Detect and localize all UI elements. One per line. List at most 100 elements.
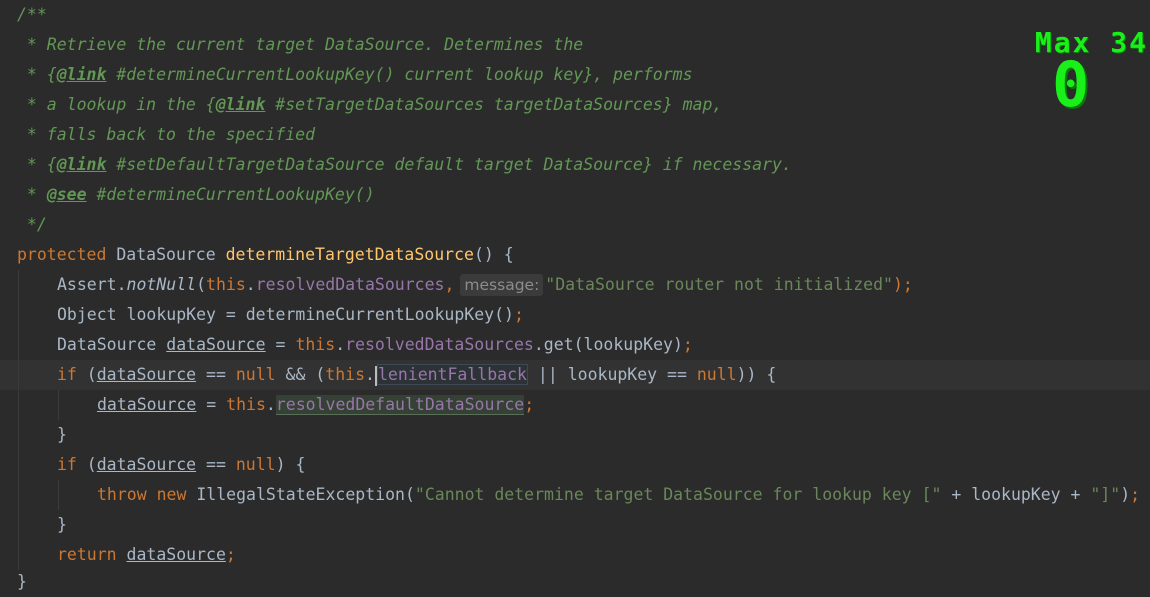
paren: ( bbox=[196, 275, 207, 294]
semicolon: ; bbox=[524, 395, 535, 414]
paren: ) { bbox=[275, 455, 306, 474]
variable[interactable]: dataSource bbox=[97, 395, 196, 414]
datasource-statement: DataSource dataSource = this.resolvedDat… bbox=[57, 330, 693, 360]
variable[interactable]: dataSource bbox=[166, 335, 265, 354]
field-ref[interactable]: resolvedDataSources bbox=[256, 275, 445, 294]
code-line[interactable]: } bbox=[0, 567, 1150, 597]
code-text: Object lookupKey = determineCurrentLooku… bbox=[57, 305, 514, 324]
javadoc-text: * bbox=[17, 185, 47, 204]
javadoc-text: * { bbox=[17, 65, 57, 84]
paren: ( bbox=[76, 455, 97, 474]
javadoc-see-tag[interactable]: @see bbox=[47, 185, 87, 204]
code-line[interactable]: * @see #determineCurrentLookupKey() bbox=[0, 180, 1150, 210]
code-line[interactable]: */ bbox=[0, 210, 1150, 240]
code-line[interactable]: * falls back to the specified bbox=[0, 120, 1150, 150]
type-ref[interactable]: DataSource bbox=[57, 335, 166, 354]
class-ref[interactable]: Assert. bbox=[57, 275, 127, 294]
javadoc-close: */ bbox=[17, 215, 47, 234]
null-keyword: null bbox=[235, 455, 276, 474]
field-ref[interactable]: resolvedDataSources bbox=[345, 335, 534, 354]
closing-brace: } bbox=[57, 425, 67, 444]
javadoc-line: * @see #determineCurrentLookupKey() bbox=[17, 180, 375, 210]
javadoc-text: * { bbox=[17, 155, 57, 174]
throw-statement: throw new IllegalStateException("Cannot … bbox=[97, 480, 1140, 510]
field-ref-highlighted[interactable]: lenientFallback bbox=[376, 364, 528, 385]
statement-end: ); bbox=[892, 275, 913, 294]
code-line[interactable]: } bbox=[0, 510, 1150, 540]
field-ref-highlighted[interactable]: resolvedDefaultDataSource bbox=[275, 395, 525, 415]
code-line-current[interactable]: if (dataSource == null && (this. lenientF… bbox=[0, 360, 1150, 390]
indent-guide bbox=[18, 270, 19, 300]
indent-guide bbox=[18, 510, 19, 540]
if-statement: if (dataSource == null && (this. lenientF… bbox=[57, 360, 776, 390]
operator: && ( bbox=[275, 365, 326, 384]
this-keyword: this bbox=[295, 335, 336, 354]
indent-guide bbox=[18, 390, 19, 420]
class-ref[interactable]: IllegalStateException( bbox=[186, 485, 415, 504]
dot: . bbox=[265, 395, 276, 414]
combo-counter: 0 bbox=[1052, 48, 1090, 121]
code-line[interactable]: protected DataSource determineTargetData… bbox=[0, 240, 1150, 270]
code-line[interactable]: Object lookupKey = determineCurrentLooku… bbox=[0, 300, 1150, 330]
javadoc-text: #setDefaultTargetDataSource default targ… bbox=[106, 155, 792, 174]
javadoc-text: #setTargetDataSources targetDataSources}… bbox=[265, 95, 723, 114]
javadoc-link-tag[interactable]: @link bbox=[57, 65, 107, 84]
if-keyword: if bbox=[57, 455, 77, 474]
dot: . bbox=[245, 275, 256, 294]
javadoc-link-tag[interactable]: @link bbox=[57, 155, 107, 174]
code-text: + lookupKey + bbox=[941, 485, 1091, 504]
code-line[interactable]: return dataSource; bbox=[0, 540, 1150, 570]
return-statement: return dataSource; bbox=[57, 540, 236, 570]
return-type: DataSource bbox=[106, 245, 226, 264]
operator: = bbox=[196, 395, 227, 414]
operator: == bbox=[196, 365, 236, 384]
method-call[interactable]: notNull bbox=[127, 275, 197, 294]
string-literal: "Cannot determine target DataSource for … bbox=[414, 485, 942, 504]
dot: . bbox=[335, 335, 346, 354]
code-line[interactable]: if (dataSource == null) { bbox=[0, 450, 1150, 480]
code-line[interactable]: } bbox=[0, 420, 1150, 450]
code-editor[interactable]: /** * Retrieve the current target DataSo… bbox=[0, 0, 1150, 597]
indent-guide bbox=[58, 480, 59, 510]
indent-guide bbox=[58, 390, 59, 420]
paren: ( bbox=[76, 365, 97, 384]
indent-guide bbox=[18, 420, 19, 450]
code-line[interactable]: throw new IllegalStateException("Cannot … bbox=[0, 480, 1150, 510]
indent-guide bbox=[18, 300, 19, 330]
code-line[interactable]: dataSource = this.resolvedDefaultDataSou… bbox=[0, 390, 1150, 420]
null-keyword: null bbox=[235, 365, 276, 384]
javadoc-open: /** bbox=[17, 5, 47, 24]
code-line[interactable]: DataSource dataSource = this.resolvedDat… bbox=[0, 330, 1150, 360]
paren: ) bbox=[1120, 485, 1131, 504]
code-line[interactable]: /** bbox=[0, 0, 1150, 30]
assign-statement: dataSource = this.resolvedDefaultDataSou… bbox=[97, 390, 534, 420]
javadoc-line: * Retrieve the current target DataSource… bbox=[17, 35, 584, 54]
if-keyword: if bbox=[57, 365, 77, 384]
code-line[interactable]: * a lookup in the {@link #setTargetDataS… bbox=[0, 90, 1150, 120]
modifier-keyword: protected bbox=[17, 245, 107, 264]
assert-statement: Assert.notNull(this.resolvedDataSources,… bbox=[57, 270, 913, 300]
variable[interactable]: dataSource bbox=[97, 455, 196, 474]
indent-guide bbox=[18, 480, 19, 510]
this-keyword: this bbox=[325, 365, 366, 384]
if-statement: if (dataSource == null) { bbox=[57, 450, 305, 480]
variable[interactable]: dataSource bbox=[127, 545, 226, 564]
semicolon: ; bbox=[1130, 485, 1141, 504]
code-line[interactable]: * Retrieve the current target DataSource… bbox=[0, 30, 1150, 60]
javadoc-line: * falls back to the specified bbox=[17, 125, 316, 144]
method-name[interactable]: determineTargetDataSource bbox=[226, 245, 474, 264]
code-line[interactable]: Assert.notNull(this.resolvedDataSources,… bbox=[0, 270, 1150, 300]
method-closing-brace: } bbox=[17, 572, 27, 591]
javadoc-line: * a lookup in the {@link #setTargetDataS… bbox=[17, 90, 722, 120]
this-keyword: this bbox=[206, 275, 246, 294]
code-line[interactable]: * {@link #determineCurrentLookupKey() cu… bbox=[0, 60, 1150, 90]
new-keyword: new bbox=[146, 485, 187, 504]
operator: == bbox=[196, 455, 236, 474]
indent-guide bbox=[18, 450, 19, 480]
variable[interactable]: dataSource bbox=[97, 365, 196, 384]
code-line[interactable]: * {@link #setDefaultTargetDataSource def… bbox=[0, 150, 1150, 180]
javadoc-link-tag[interactable]: @link bbox=[216, 95, 266, 114]
operator: || lookupKey == bbox=[527, 365, 697, 384]
javadoc-text: * a lookup in the { bbox=[17, 95, 216, 114]
operator: = bbox=[265, 335, 296, 354]
